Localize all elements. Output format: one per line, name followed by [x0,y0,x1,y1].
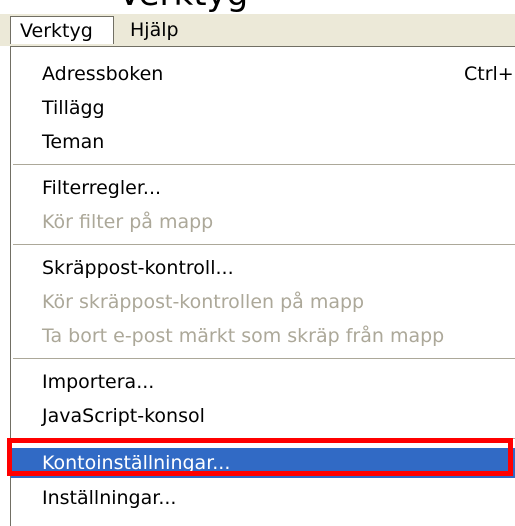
menu-item-adressboken[interactable]: Adressboken Ctrl+2 [11,59,515,89]
title-fragment: Verktyg [0,0,515,14]
menu-item-label: JavaScript-konsol [42,405,205,427]
menu-item-label: Adressboken [42,63,164,85]
menu-item-label: Teman [42,131,105,153]
menu-item-label: Importera... [42,371,155,393]
menu-item-tillagg[interactable]: Tillägg [11,93,515,123]
menu-item-kor-skrappost: Kör skräppost-kontrollen på mapp [11,287,515,317]
menu-item-shortcut: Ctrl+2 [464,63,515,85]
menu-item-label: Ta bort e-post märkt som skräp från mapp [42,325,445,347]
menu-item-kontoinstallningar[interactable]: Kontoinställningar... [11,448,515,478]
menu-item-skrappost-kontroll[interactable]: Skräppost-kontroll... [11,253,515,283]
menu-bar: Verktyg Hjälp [0,14,515,46]
menu-item-javascript-konsol[interactable]: JavaScript-konsol [11,401,515,431]
title-fragment-text: Verktyg [118,0,248,14]
menu-hjalp[interactable]: Hjälp [121,16,188,44]
menu-separator [13,164,515,165]
menu-item-installningar[interactable]: Inställningar... [11,483,515,513]
verktyg-dropdown-menu: Adressboken Ctrl+2 Tillägg Teman Filterr… [10,46,515,526]
menu-verktyg[interactable]: Verktyg [10,16,114,44]
menu-item-teman[interactable]: Teman [11,127,515,157]
menu-separator [13,358,515,359]
menu-item-filterregler[interactable]: Filterregler... [11,173,515,203]
menu-item-ta-bort-skrap: Ta bort e-post märkt som skräp från mapp [11,321,515,351]
menu-item-label: Inställningar... [42,487,177,509]
menu-item-label: Skräppost-kontroll... [42,257,234,279]
menu-item-label: Tillägg [42,97,105,119]
menu-item-importera[interactable]: Importera... [11,367,515,397]
menu-item-label: Kontoinställningar... [42,452,231,474]
menu-separator [13,438,515,439]
menu-item-label: Kör skräppost-kontrollen på mapp [42,291,365,313]
menu-item-kor-filter: Kör filter på mapp [11,207,515,237]
menu-separator [13,244,515,245]
menu-item-label: Kör filter på mapp [42,211,214,233]
menu-item-label: Filterregler... [42,177,162,199]
